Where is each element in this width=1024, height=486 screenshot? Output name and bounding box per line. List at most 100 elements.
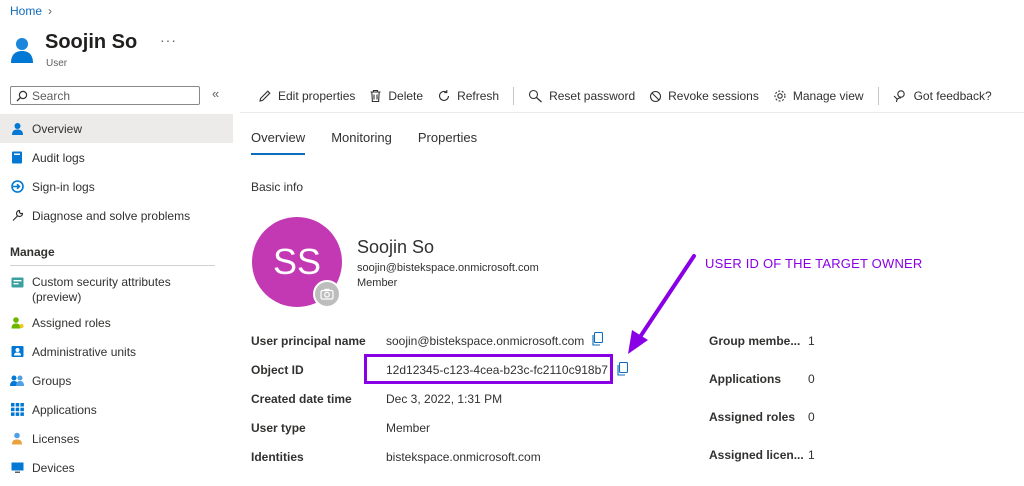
sidebar-item-label: Overview [32, 121, 83, 136]
sidebar-item-label: Devices [32, 460, 75, 475]
display-email: soojin@bistekspace.onmicrosoft.com [357, 262, 539, 274]
sidebar-item-label: Administrative units [32, 344, 137, 359]
property-label: User type [251, 421, 306, 435]
feedback-label: Got feedback? [913, 89, 992, 103]
sidebar-item-label: Diagnose and solve problems [32, 208, 191, 223]
sidebar-item-label: Applications [32, 402, 97, 417]
sidebar-item-licenses[interactable]: Licenses [0, 424, 233, 453]
search-placeholder: Search [32, 88, 71, 103]
reset-password-label: Reset password [549, 89, 636, 103]
tab-bar: Overview Monitoring Properties [251, 130, 477, 155]
delete-label: Delete [388, 89, 424, 103]
revoke-sessions-label: Revoke sessions [668, 89, 759, 103]
attributes-icon [10, 275, 24, 289]
property-value: Dec 3, 2022, 1:31 PM [386, 392, 503, 406]
sidebar-item-administrative-units[interactable]: Administrative units [0, 337, 233, 366]
toolbar-separator [513, 87, 515, 105]
person-icon [10, 122, 24, 136]
property-value: soojin@bistekspace.onmicrosoft.com [386, 334, 585, 348]
sidebar-item-diagnose[interactable]: Diagnose and solve problems [0, 201, 233, 230]
breadcrumb-home-link[interactable]: Home [10, 4, 42, 18]
pencil-icon [259, 90, 271, 102]
collapse-sidebar-icon[interactable]: « [212, 86, 219, 101]
reset-password-button[interactable]: Reset password [528, 89, 635, 103]
manage-view-label: Manage view [792, 89, 864, 103]
sidebar-item-audit-logs[interactable]: Audit logs [0, 143, 233, 172]
roles-icon [10, 316, 24, 330]
sidebar-item-label: Groups [32, 373, 72, 388]
page-subtitle: User [46, 58, 68, 69]
toolbar-separator [877, 87, 879, 105]
change-photo-button[interactable] [313, 280, 341, 308]
copy-icon[interactable] [616, 362, 628, 376]
search-input[interactable]: Search [10, 86, 200, 105]
sidebar-item-label: Assigned roles [32, 315, 111, 330]
book-icon [10, 151, 24, 165]
delete-button[interactable]: Delete [369, 89, 423, 103]
sidebar-item-label: Custom security attributes (preview) [32, 275, 171, 304]
identities-link[interactable]: bistekspace.onmicrosoft.com [386, 450, 541, 464]
feedback-icon [893, 90, 905, 103]
divider [10, 265, 215, 266]
more-options-icon[interactable]: ··· [160, 32, 177, 48]
stat-value-link[interactable]: 0 [808, 372, 815, 386]
sidebar-item-applications[interactable]: Applications [0, 395, 233, 424]
sidebar-item-sign-in-logs[interactable]: Sign-in logs [0, 172, 233, 201]
property-label: Identities [251, 450, 304, 464]
apps-grid-icon [10, 403, 24, 417]
command-bar: Edit properties Delete Refresh Reset pas… [258, 86, 1006, 106]
tab-monitoring[interactable]: Monitoring [331, 130, 392, 155]
page-title: Soojin So [45, 31, 138, 53]
sidebar-nav: Overview Audit logs Sign-in logs Diagnos… [0, 114, 233, 230]
manage-view-button[interactable]: Manage view [773, 89, 864, 103]
command-bar-divider [240, 112, 1024, 113]
sign-in-icon [10, 180, 24, 194]
display-name: Soojin So [357, 237, 435, 257]
sidebar-item-label: Audit logs [32, 150, 85, 165]
display-user-type: Member [357, 277, 398, 289]
breadcrumb: Home › [10, 4, 52, 18]
trash-icon [370, 89, 381, 103]
sidebar-item-groups[interactable]: Groups [0, 366, 233, 395]
stat-label: Applications [709, 372, 782, 386]
stat-label: Group membe... [709, 334, 801, 348]
license-icon [10, 432, 24, 446]
basic-info-heading: Basic info [251, 180, 304, 194]
refresh-button[interactable]: Refresh [437, 89, 499, 103]
object-id-highlight-box [364, 354, 613, 384]
sidebar-item-devices[interactable]: Devices [0, 453, 233, 482]
copy-icon[interactable] [591, 332, 603, 346]
stat-label: Assigned licen... [709, 448, 804, 462]
sidebar-item-custom-security-attributes[interactable]: Custom security attributes (preview) [0, 272, 233, 308]
tab-overview[interactable]: Overview [251, 130, 306, 155]
sidebar-item-overview[interactable]: Overview [0, 114, 233, 143]
property-label: Created date time [251, 392, 352, 406]
sidebar-item-assigned-roles[interactable]: Assigned roles [0, 308, 233, 337]
feedback-button[interactable]: Got feedback? [893, 89, 992, 103]
device-icon [10, 461, 24, 475]
user-icon [11, 38, 33, 63]
tab-properties[interactable]: Properties [418, 130, 477, 155]
stat-value-link[interactable]: 1 [808, 334, 815, 348]
admin-units-icon [10, 345, 24, 359]
wrench-icon [10, 209, 24, 223]
chevron-right-icon: › [48, 4, 53, 18]
sidebar-item-label: Licenses [32, 431, 80, 446]
stat-label: Assigned roles [709, 410, 796, 424]
edit-properties-button[interactable]: Edit properties [258, 89, 355, 103]
stat-value-link[interactable]: 0 [808, 410, 815, 424]
annotation-arrow-icon [628, 254, 696, 354]
edit-properties-label: Edit properties [278, 89, 356, 103]
manage-nav: Custom security attributes (preview) Ass… [0, 272, 233, 482]
manage-heading: Manage [10, 245, 55, 259]
revoke-sessions-button[interactable]: Revoke sessions [649, 89, 759, 103]
refresh-icon [439, 90, 450, 101]
gear-icon [774, 90, 786, 102]
camera-icon [320, 288, 334, 300]
refresh-label: Refresh [457, 89, 500, 103]
search-icon [16, 90, 28, 101]
groups-icon [10, 374, 24, 388]
stat-value-link[interactable]: 1 [808, 448, 815, 462]
key-search-icon [529, 89, 543, 103]
property-value: Member [386, 421, 431, 435]
